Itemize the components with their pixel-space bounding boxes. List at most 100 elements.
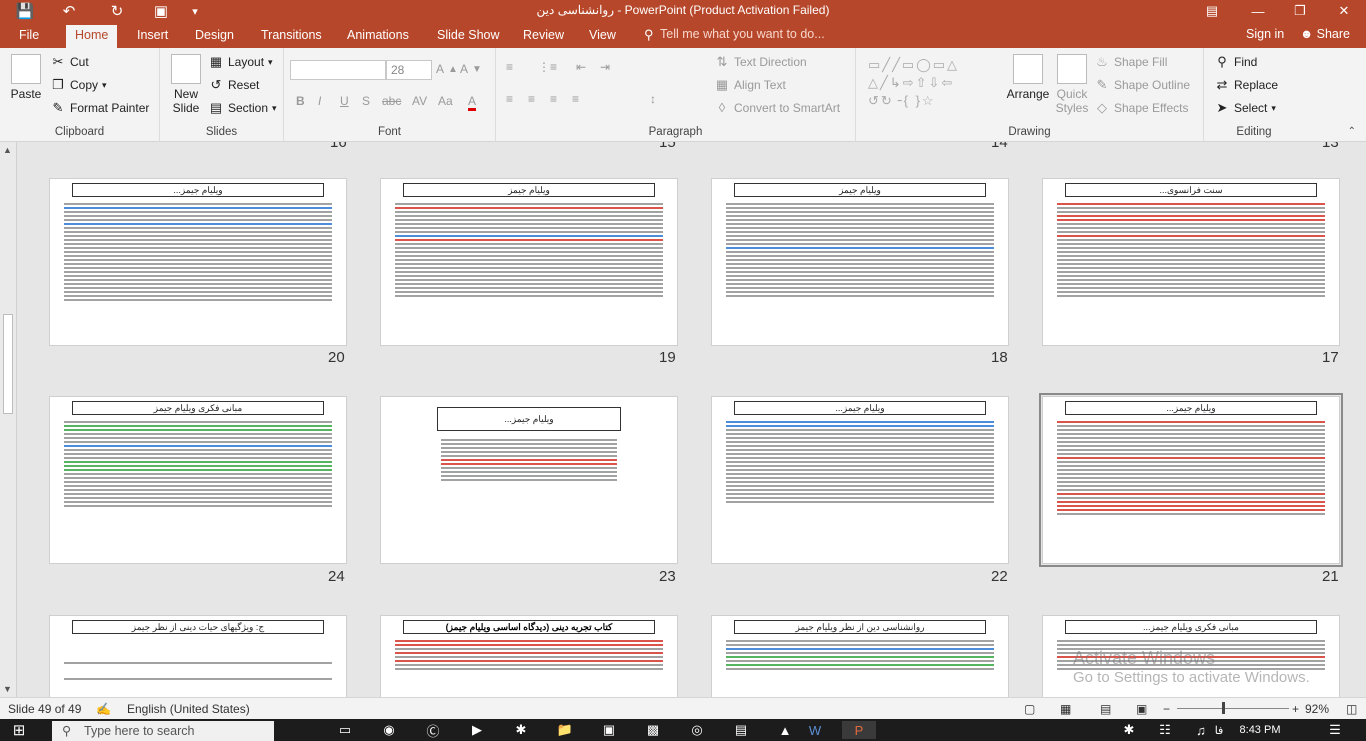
tab-view[interactable]: View [580,27,625,48]
character-spacing-button[interactable]: AV [412,94,427,108]
shadow-button[interactable]: S [362,94,370,108]
layout-button[interactable]: ▦ Layout ▾ [208,54,273,70]
font-color-button[interactable]: A [468,94,477,111]
video-editor-icon[interactable]: ▩ [636,721,670,739]
bluetooth-tray-icon[interactable]: ✱ [1112,721,1146,739]
select-button[interactable]: ➤ Select ▾ [1214,100,1276,116]
powerpoint-icon[interactable]: P [842,721,876,739]
justify-icon[interactable]: ≡ [572,92,579,106]
app-icon[interactable]: ▲ [768,721,802,739]
new-slide-button[interactable]: New Slide [166,54,206,115]
shape-effects-button[interactable]: ◇ Shape Effects [1094,100,1189,116]
slide-thumbnail[interactable]: روانشناسی دین از نظر ویلیام جیمز [711,615,1009,697]
bluetooth-icon[interactable]: ✱ [504,721,538,739]
slide-thumbnail-23[interactable]: ویلیام جیمز... [380,396,678,564]
find-button[interactable]: ⚲ Find [1214,54,1257,70]
quick-styles-button[interactable]: Quick Styles [1052,54,1092,115]
line-spacing-icon[interactable]: ↕ [650,92,656,106]
tab-slide-show[interactable]: Slide Show [428,27,509,48]
vertical-scrollbar[interactable]: ▲ ▼ [0,142,17,697]
text-direction-button[interactable]: ⇅ Text Direction [714,54,807,70]
copy-button[interactable]: ❐ Copy ▾ [50,77,106,93]
tab-home[interactable]: Home [66,25,118,48]
edge-icon[interactable]: Ⓒ [416,721,450,739]
tab-file[interactable]: File [10,27,48,48]
change-case-button[interactable]: Aa [438,94,453,108]
slideshow-view-icon[interactable]: ▣ [1136,702,1147,716]
replace-button[interactable]: ⇄ Replace [1214,77,1278,93]
align-left-icon[interactable]: ≡ [506,92,513,106]
tell-me-input[interactable]: Tell me what you want to do... [660,27,825,41]
cut-button[interactable]: ✂ Cut [50,54,89,70]
restore-icon[interactable]: ❐ [1280,0,1320,22]
reset-button[interactable]: ↺ Reset [208,77,260,93]
slide-thumbnail[interactable]: کتاب تجربه دینی (دیدگاه اساسی ویلیام جیم… [380,615,678,697]
italic-button[interactable]: I [318,94,321,108]
align-right-icon[interactable]: ≡ [550,92,557,106]
shape-outline-button[interactable]: ✎ Shape Outline [1094,77,1191,93]
numbering-icon[interactable]: ⋮≡ [538,60,557,74]
grow-font-icon[interactable]: A ▲ [436,62,458,76]
close-icon[interactable]: ✕ [1324,0,1364,22]
scroll-up-icon[interactable]: ▲ [3,145,12,155]
slide-thumbnail-21[interactable]: ویلیام جیمز... [1039,393,1343,567]
zoom-out-icon[interactable]: − [1163,702,1170,716]
zoom-in-icon[interactable]: + [1292,702,1299,716]
increase-indent-icon[interactable]: ⇥ [600,60,610,74]
media-player-icon[interactable]: ▶ [460,721,494,739]
normal-view-icon[interactable]: ▢ [1024,702,1035,716]
section-button[interactable]: ▤ Section ▾ [208,100,277,116]
taskbar-search[interactable]: ⚲ Type here to search [52,721,274,741]
bullets-icon[interactable]: ≡ [506,60,513,74]
format-painter-button[interactable]: ✎ Format Painter [50,100,150,116]
scroll-down-icon[interactable]: ▼ [3,684,12,694]
firefox-icon[interactable]: ◉ [372,721,406,739]
task-view-icon[interactable]: ▭ [328,721,362,739]
zoom-slider[interactable] [1177,708,1289,709]
shape-fill-button[interactable]: ♨ Shape Fill [1094,54,1167,70]
share-button[interactable]: ☻ Share [1300,27,1350,41]
store-icon[interactable]: ▣ [592,721,626,739]
slide-thumbnail-18[interactable]: ویلیام جیمز [711,178,1009,346]
font-size-combo[interactable]: 28 [386,60,432,80]
scrollbar-thumb[interactable] [3,314,13,414]
file-explorer-icon[interactable]: 📁 [548,721,582,739]
smartart-button[interactable]: ◊ Convert to SmartArt [714,100,840,116]
paste-button[interactable]: Paste [6,54,46,101]
tab-design[interactable]: Design [186,27,243,48]
tab-transitions[interactable]: Transitions [252,27,331,48]
windows-start-icon[interactable]: ⊞ [2,721,36,739]
bold-button[interactable]: B [296,94,305,108]
slide-thumbnail-24[interactable]: مبانی فکری ویلیام جیمز [49,396,347,564]
photos-icon[interactable]: ▤ [724,721,758,739]
tab-review[interactable]: Review [514,27,573,48]
minimize-icon[interactable]: — [1238,0,1278,22]
slide-thumbnail-22[interactable]: ویلیام جیمز... [711,396,1009,564]
sign-in-link[interactable]: Sign in [1246,27,1284,41]
zoom-slider-thumb[interactable] [1222,702,1225,714]
collapse-ribbon-icon[interactable]: ⌃ [1348,126,1356,137]
network-icon[interactable]: ☷ [1148,721,1182,739]
shrink-font-icon[interactable]: A ▼ [460,62,482,76]
strikethrough-button[interactable]: abc [382,94,401,108]
decrease-indent-icon[interactable]: ⇤ [576,60,586,74]
align-center-icon[interactable]: ≡ [528,92,535,106]
chrome-icon[interactable]: ◎ [680,721,714,739]
align-text-button[interactable]: ▦ Align Text [714,77,786,93]
word-icon[interactable]: W [798,721,832,739]
spellcheck-icon[interactable]: ✍ [96,702,111,716]
underline-button[interactable]: U [340,94,349,108]
slide-thumbnail-17[interactable]: سنت فرانسوی... [1042,178,1340,346]
shapes-gallery[interactable]: ▭╱╱▭◯▭△ △╱↳⇨⇧⇩⇦ ↺↻╶{ }☆ [868,56,998,112]
slide-sorter-view-icon[interactable]: ▦ [1060,702,1071,716]
fit-to-window-icon[interactable]: ◫ [1346,702,1357,716]
slide-thumbnail-20[interactable]: ویلیام جیمز... [49,178,347,346]
language-indicator[interactable]: English (United States) [127,702,250,716]
tab-insert[interactable]: Insert [128,27,177,48]
clock[interactable]: 8:43 PM [1228,721,1292,739]
reading-view-icon[interactable]: ▤ [1100,702,1111,716]
slide-thumbnail[interactable]: ج: ویژگیهای حیات دینی از نظر جیمز [49,615,347,697]
slide-thumbnail-19[interactable]: ویلیام جیمز [380,178,678,346]
zoom-level[interactable]: 92% [1305,702,1329,716]
arrange-button[interactable]: Arrange [1006,54,1050,101]
